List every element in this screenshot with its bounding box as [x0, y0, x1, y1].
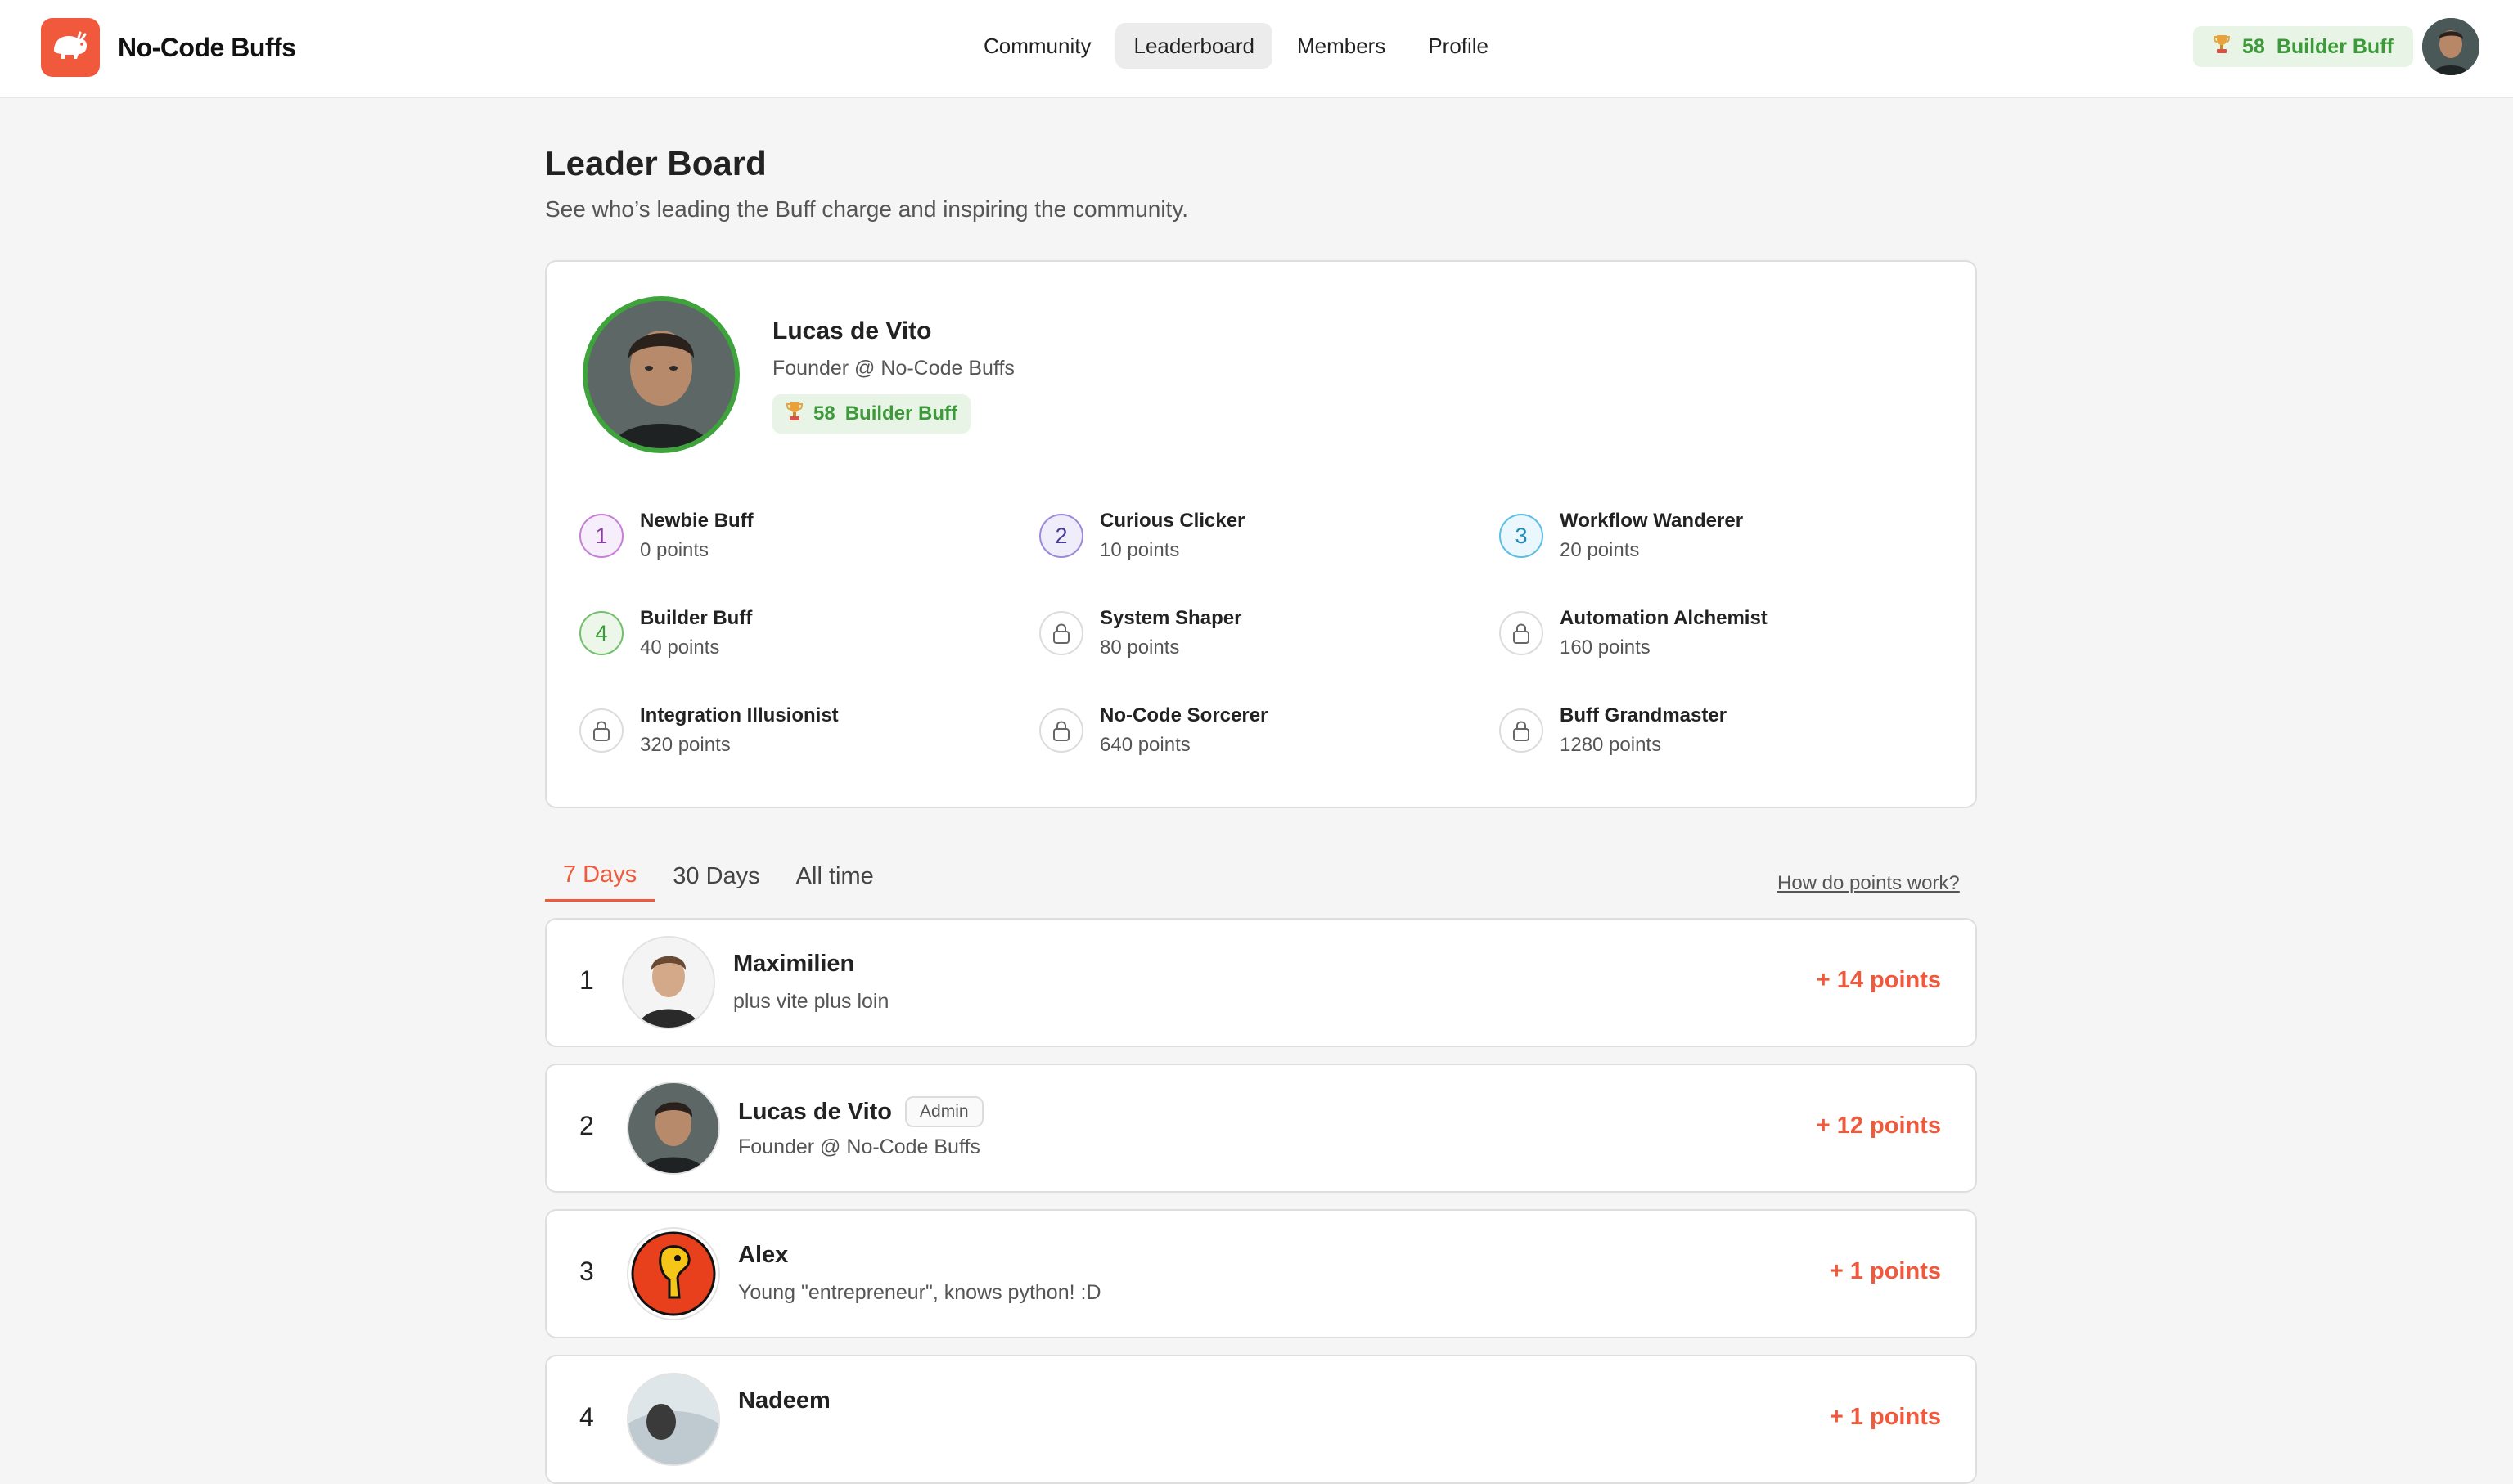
level-points: 80 points	[1100, 636, 1180, 659]
profile-badge-title: Builder Buff	[844, 402, 958, 425]
member-name: Maximilien	[733, 951, 855, 977]
row-rank: 4	[579, 1402, 594, 1432]
header-badge-title: Builder Buff	[2276, 34, 2394, 58]
profile-avatar	[583, 296, 740, 453]
level-item: Automation Alchemist 160 points	[1499, 605, 1941, 670]
level-name: Builder Buff	[640, 607, 753, 629]
level-item: Buff Grandmaster 1280 points	[1499, 702, 1941, 767]
level-item: 3 Workflow Wanderer 20 points	[1499, 507, 1941, 573]
top-navigation-bar: No-Code Buffs Community Leaderboard Memb…	[0, 0, 2513, 98]
level-name: Integration Illusionist	[640, 704, 839, 726]
member-name-line: Lucas de Vito Admin	[738, 1096, 984, 1127]
member-avatar	[622, 936, 715, 1029]
level-name: Buff Grandmaster	[1560, 704, 1727, 726]
level-item: 2 Curious Clicker 10 points	[1039, 507, 1481, 573]
admin-badge: Admin	[905, 1096, 984, 1127]
level-item: Integration Illusionist 320 points	[579, 702, 1021, 767]
main-nav: Community Leaderboard Members Profile	[966, 23, 1506, 69]
leaderboard-row[interactable]: 3 Alex Young "entrepreneur", knows pytho…	[545, 1209, 1977, 1338]
profile-name: Lucas de Vito	[772, 317, 932, 344]
member-avatar	[627, 1082, 720, 1175]
level-number-icon: 1	[579, 514, 624, 558]
member-avatar	[627, 1227, 720, 1320]
member-name-line: Alex	[738, 1242, 788, 1269]
member-points: + 1 points	[1829, 1404, 1941, 1430]
nav-leaderboard[interactable]: Leaderboard	[1115, 23, 1272, 69]
page-title: Leader Board	[545, 144, 767, 182]
lock-icon	[1039, 611, 1083, 655]
member-name-line: Nadeem	[738, 1387, 831, 1414]
level-item: System Shaper 80 points	[1039, 605, 1481, 670]
level-number-icon: 3	[1499, 514, 1543, 558]
level-points: 160 points	[1560, 636, 1651, 659]
level-name: Automation Alchemist	[1560, 607, 1768, 629]
profile-role: Founder @ No-Code Buffs	[772, 357, 1015, 380]
header-level-badge[interactable]: 58 Builder Buff	[2193, 26, 2413, 67]
nav-members[interactable]: Members	[1279, 23, 1403, 69]
lock-icon	[1499, 611, 1543, 655]
member-name: Alex	[738, 1242, 789, 1268]
member-points: + 14 points	[1816, 967, 1941, 993]
member-bio: Founder @ No-Code Buffs	[738, 1135, 980, 1158]
row-rank: 3	[579, 1257, 594, 1286]
level-points: 0 points	[640, 539, 709, 561]
bison-logo-icon	[41, 18, 100, 77]
nav-profile[interactable]: Profile	[1410, 23, 1506, 69]
level-number-icon: 2	[1039, 514, 1083, 558]
lock-icon	[1039, 708, 1083, 753]
member-points: + 1 points	[1829, 1258, 1941, 1284]
level-name: No-Code Sorcerer	[1100, 704, 1268, 726]
nav-community[interactable]: Community	[966, 23, 1109, 69]
level-name: Curious Clicker	[1100, 510, 1245, 532]
member-bio: Young "entrepreneur", knows python! :D	[738, 1281, 1101, 1304]
level-name: System Shaper	[1100, 607, 1242, 629]
level-points: 640 points	[1100, 734, 1191, 756]
member-bio: plus vite plus loin	[733, 990, 889, 1013]
brand[interactable]: No-Code Buffs	[41, 18, 296, 77]
row-rank: 1	[579, 965, 594, 995]
lock-icon	[579, 708, 624, 753]
tab-all-time[interactable]: All time	[778, 851, 892, 902]
page-subtitle: See who’s leading the Buff charge and in…	[545, 196, 1189, 222]
tab-7-days[interactable]: 7 Days	[545, 851, 655, 902]
level-points: 320 points	[640, 734, 731, 756]
lock-icon	[1499, 708, 1543, 753]
leaderboard-row[interactable]: 1 Maximilien plus vite plus loin + 14 po…	[545, 918, 1977, 1047]
level-points: 10 points	[1100, 539, 1180, 561]
level-name: Workflow Wanderer	[1560, 510, 1744, 532]
time-range-tabs: 7 Days 30 Days All time	[545, 851, 892, 902]
leaderboard-row[interactable]: 2 Lucas de Vito Admin Founder @ No-Code …	[545, 1064, 1977, 1193]
member-points: + 12 points	[1816, 1113, 1941, 1139]
member-name: Nadeem	[738, 1387, 831, 1414]
member-avatar	[627, 1373, 720, 1466]
level-item: 4 Builder Buff 40 points	[579, 605, 1021, 670]
profile-level-badge: 58 Builder Buff	[772, 394, 971, 434]
profile-card: Lucas de Vito Founder @ No-Code Buffs 58…	[545, 260, 1977, 808]
leaderboard-row[interactable]: 4 Nadeem + 1 points	[545, 1355, 1977, 1484]
how-points-work-link[interactable]: How do points work?	[1777, 872, 1960, 895]
level-points: 20 points	[1560, 539, 1640, 561]
level-item: 1 Newbie Buff 0 points	[579, 507, 1021, 573]
member-name: Lucas de Vito	[738, 1098, 893, 1125]
level-points: 1280 points	[1560, 734, 1662, 756]
member-name-line: Maximilien	[733, 951, 854, 978]
level-number-icon: 4	[579, 611, 624, 655]
profile-badge-points: 58	[813, 402, 835, 425]
row-rank: 2	[579, 1111, 594, 1140]
user-avatar[interactable]	[2422, 18, 2479, 75]
level-item: No-Code Sorcerer 640 points	[1039, 702, 1481, 767]
header-badge-points: 58	[2242, 34, 2265, 58]
level-name: Newbie Buff	[640, 510, 754, 532]
trophy-icon	[2213, 34, 2231, 61]
level-points: 40 points	[640, 636, 720, 659]
tab-30-days[interactable]: 30 Days	[655, 851, 777, 902]
brand-name: No-Code Buffs	[118, 32, 296, 62]
trophy-icon	[786, 401, 804, 428]
